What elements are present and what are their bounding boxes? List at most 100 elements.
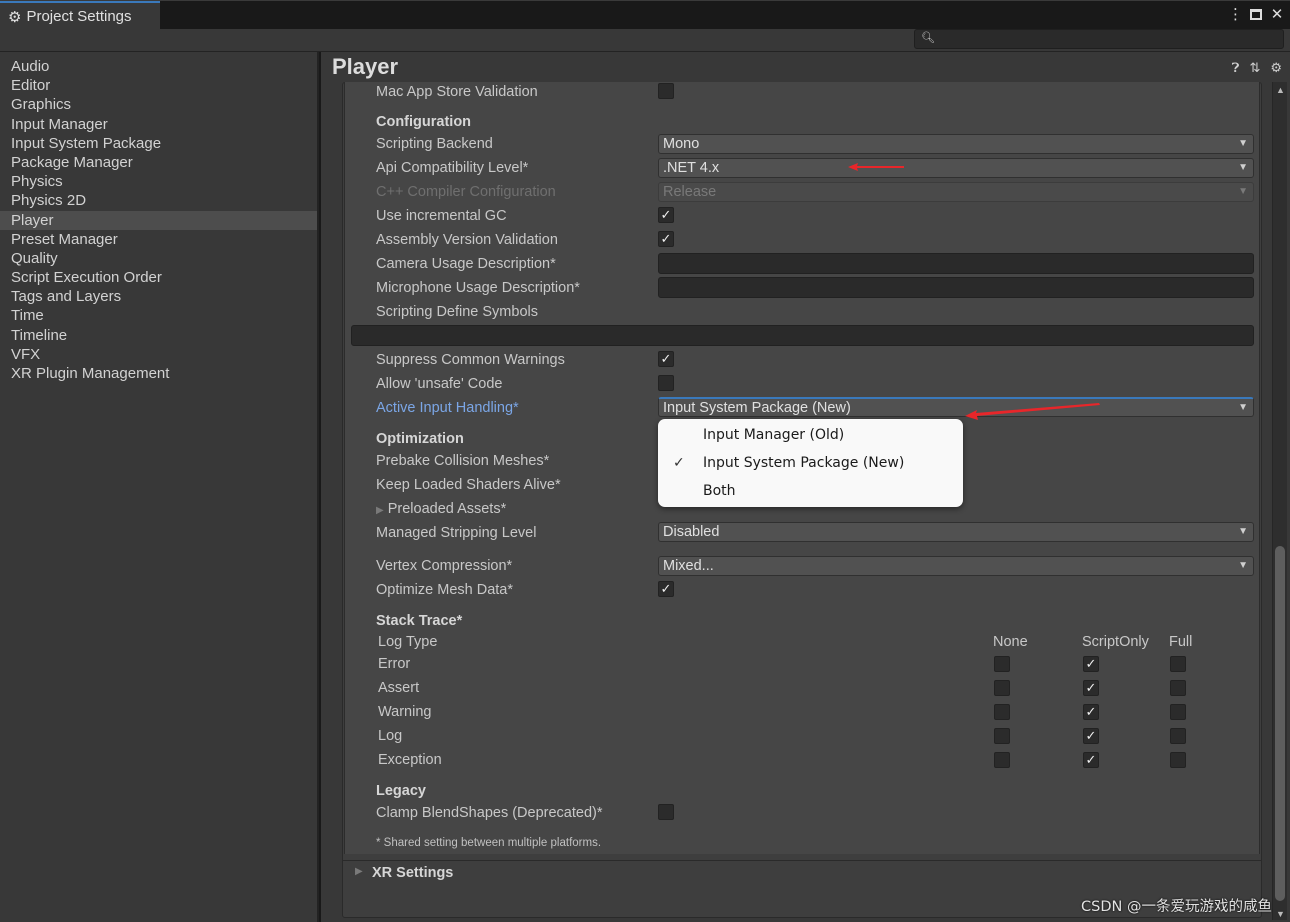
sidebar-item-time[interactable]: Time bbox=[0, 306, 317, 325]
define-symbols-label: Scripting Define Symbols bbox=[376, 304, 538, 320]
vertical-scrollbar[interactable]: ▲ ▼ bbox=[1272, 82, 1287, 920]
sidebar-item-audio[interactable]: Audio bbox=[0, 57, 317, 76]
stack-trace-assert-full-checkbox[interactable] bbox=[1170, 680, 1186, 696]
sidebar-item-script-execution-order[interactable]: Script Execution Order bbox=[0, 268, 317, 287]
stripping-label: Managed Stripping Level bbox=[376, 525, 537, 541]
microphone-usage-input[interactable] bbox=[658, 277, 1254, 298]
popup-option-input-manager-old[interactable]: Input Manager (Old) bbox=[658, 421, 963, 449]
cpp-compiler-value: Release bbox=[663, 184, 717, 200]
xr-settings-label[interactable]: XR Settings bbox=[372, 865, 453, 881]
log-type-exception: Exception bbox=[378, 752, 442, 768]
stripping-dropdown[interactable]: Disabled ▼ bbox=[658, 522, 1254, 542]
stack-trace-assert-scriptonly-checkbox[interactable]: ✓ bbox=[1083, 680, 1099, 696]
stack-trace-log-scriptonly-checkbox[interactable]: ✓ bbox=[1083, 728, 1099, 744]
player-settings-panel: Player ❓︎ ⇅ ⚙ Mac App Store Validation C… bbox=[321, 52, 1290, 922]
search-input[interactable]: 🔍︎ bbox=[914, 29, 1284, 49]
api-compat-label: Api Compatibility Level* bbox=[376, 160, 529, 176]
settings-gear-icon[interactable]: ⚙ bbox=[1270, 60, 1282, 76]
scroll-up-icon[interactable]: ▲ bbox=[1276, 85, 1285, 95]
allow-unsafe-checkbox[interactable] bbox=[658, 375, 674, 391]
sidebar-item-physics[interactable]: Physics bbox=[0, 172, 317, 191]
sidebar-item-player[interactable]: Player bbox=[0, 210, 317, 230]
sidebar-item-package-manager[interactable]: Package Manager bbox=[0, 153, 317, 172]
stack-trace-error-full-checkbox[interactable] bbox=[1170, 656, 1186, 672]
popup-option-label: Both bbox=[703, 483, 736, 499]
check-icon: ✓ bbox=[1085, 704, 1097, 719]
stack-trace-assert-none-checkbox[interactable] bbox=[994, 680, 1010, 696]
settings-sidebar: Audio Editor Graphics Input Manager Input Sy… bbox=[0, 52, 319, 922]
stack-trace-exception-none-checkbox[interactable] bbox=[994, 752, 1010, 768]
xr-settings-foldout[interactable]: ▶ XR Settings bbox=[343, 860, 1261, 887]
sidebar-item-xr-plugin-management[interactable]: XR Plugin Management bbox=[0, 364, 317, 383]
preloaded-assets-label: Preloaded Assets* bbox=[387, 501, 507, 517]
incremental-gc-checkbox[interactable]: ✓ bbox=[658, 207, 674, 223]
chevron-down-icon: ▼ bbox=[1238, 138, 1248, 149]
optimize-mesh-checkbox[interactable]: ✓ bbox=[658, 581, 674, 597]
check-icon: ✓ bbox=[1085, 680, 1097, 695]
optimization-header: Optimization bbox=[376, 431, 464, 447]
assembly-validation-checkbox[interactable]: ✓ bbox=[658, 231, 674, 247]
toolbar: 🔍︎ bbox=[0, 29, 1290, 52]
camera-usage-input[interactable] bbox=[658, 253, 1254, 274]
window-controls: ⋮ ✕ bbox=[1228, 5, 1284, 23]
mac-app-store-validation-checkbox[interactable] bbox=[658, 83, 674, 99]
define-symbols-input[interactable] bbox=[351, 325, 1254, 346]
more-options-icon[interactable]: ⋮ bbox=[1228, 5, 1243, 23]
clamp-blendshapes-checkbox[interactable] bbox=[658, 804, 674, 820]
sidebar-item-quality[interactable]: Quality bbox=[0, 249, 317, 268]
column-scriptonly: ScriptOnly bbox=[1082, 634, 1149, 650]
scrollbar-thumb[interactable] bbox=[1275, 546, 1285, 901]
vertex-compression-value: Mixed... bbox=[663, 558, 714, 574]
stack-trace-error-none-checkbox[interactable] bbox=[994, 656, 1010, 672]
check-icon: ✓ bbox=[660, 231, 672, 246]
vertex-compression-dropdown[interactable]: Mixed... ▼ bbox=[658, 556, 1254, 576]
stack-trace-exception-scriptonly-checkbox[interactable]: ✓ bbox=[1083, 752, 1099, 768]
column-none: None bbox=[993, 634, 1028, 650]
tab-project-settings[interactable]: ⚙ Project Settings bbox=[0, 1, 160, 30]
stripping-value: Disabled bbox=[663, 524, 720, 540]
sidebar-item-preset-manager[interactable]: Preset Manager bbox=[0, 230, 317, 249]
annotation-arrow bbox=[965, 403, 1100, 420]
configuration-header: Configuration bbox=[376, 114, 472, 130]
help-icon[interactable]: ❓︎ bbox=[1232, 60, 1240, 76]
popup-option-both[interactable]: Both bbox=[658, 477, 963, 505]
stack-trace-warning-full-checkbox[interactable] bbox=[1170, 704, 1186, 720]
shared-setting-footnote: * Shared setting between multiple platfo… bbox=[376, 837, 602, 849]
stack-trace-exception-full-checkbox[interactable] bbox=[1170, 752, 1186, 768]
stack-trace-warning-scriptonly-checkbox[interactable]: ✓ bbox=[1083, 704, 1099, 720]
sidebar-item-editor[interactable]: Editor bbox=[0, 76, 317, 95]
log-type-assert: Assert bbox=[378, 680, 420, 696]
stack-trace-header: Stack Trace* bbox=[376, 613, 463, 629]
cpp-compiler-label: C++ Compiler Configuration bbox=[376, 184, 556, 200]
chevron-down-icon: ▼ bbox=[1238, 402, 1248, 413]
active-input-dropdown[interactable]: Input System Package (New) ▼ bbox=[658, 397, 1254, 417]
tab-title: Project Settings bbox=[26, 8, 132, 25]
popup-option-input-system-package-new[interactable]: ✓ Input System Package (New) bbox=[658, 449, 963, 477]
page-title: Player bbox=[332, 54, 399, 79]
chevron-down-icon: ▼ bbox=[1238, 526, 1248, 537]
api-compat-dropdown[interactable]: .NET 4.x ▼ bbox=[658, 158, 1254, 178]
sidebar-item-graphics[interactable]: Graphics bbox=[0, 95, 317, 114]
stack-trace-warning-none-checkbox[interactable] bbox=[994, 704, 1010, 720]
sidebar-item-tags-and-layers[interactable]: Tags and Layers bbox=[0, 287, 317, 306]
log-type-label: Log Type bbox=[378, 634, 438, 650]
maximize-icon[interactable] bbox=[1250, 8, 1262, 20]
check-icon: ✓ bbox=[660, 351, 672, 366]
sidebar-item-input-manager[interactable]: Input Manager bbox=[0, 115, 317, 134]
sidebar-item-timeline[interactable]: Timeline bbox=[0, 326, 317, 345]
stack-trace-log-none-checkbox[interactable] bbox=[994, 728, 1010, 744]
preloaded-assets-foldout[interactable]: ▶ Preloaded Assets* bbox=[376, 498, 506, 520]
column-full: Full bbox=[1169, 634, 1193, 650]
active-input-label: Active Input Handling* bbox=[376, 400, 519, 416]
clamp-blendshapes-label: Clamp BlendShapes (Deprecated)* bbox=[376, 805, 603, 821]
sidebar-item-physics-2d[interactable]: Physics 2D bbox=[0, 191, 317, 210]
stack-trace-log-full-checkbox[interactable] bbox=[1170, 728, 1186, 744]
suppress-warnings-checkbox[interactable]: ✓ bbox=[658, 351, 674, 367]
sidebar-item-input-system-package[interactable]: Input System Package bbox=[0, 134, 317, 153]
sidebar-item-vfx[interactable]: VFX bbox=[0, 345, 317, 364]
stack-trace-error-scriptonly-checkbox[interactable]: ✓ bbox=[1083, 656, 1099, 672]
scripting-backend-dropdown[interactable]: Mono ▼ bbox=[658, 134, 1254, 154]
presets-icon[interactable]: ⇅ bbox=[1249, 60, 1260, 76]
close-icon[interactable]: ✕ bbox=[1270, 5, 1284, 23]
scroll-down-icon[interactable]: ▼ bbox=[1276, 909, 1285, 919]
